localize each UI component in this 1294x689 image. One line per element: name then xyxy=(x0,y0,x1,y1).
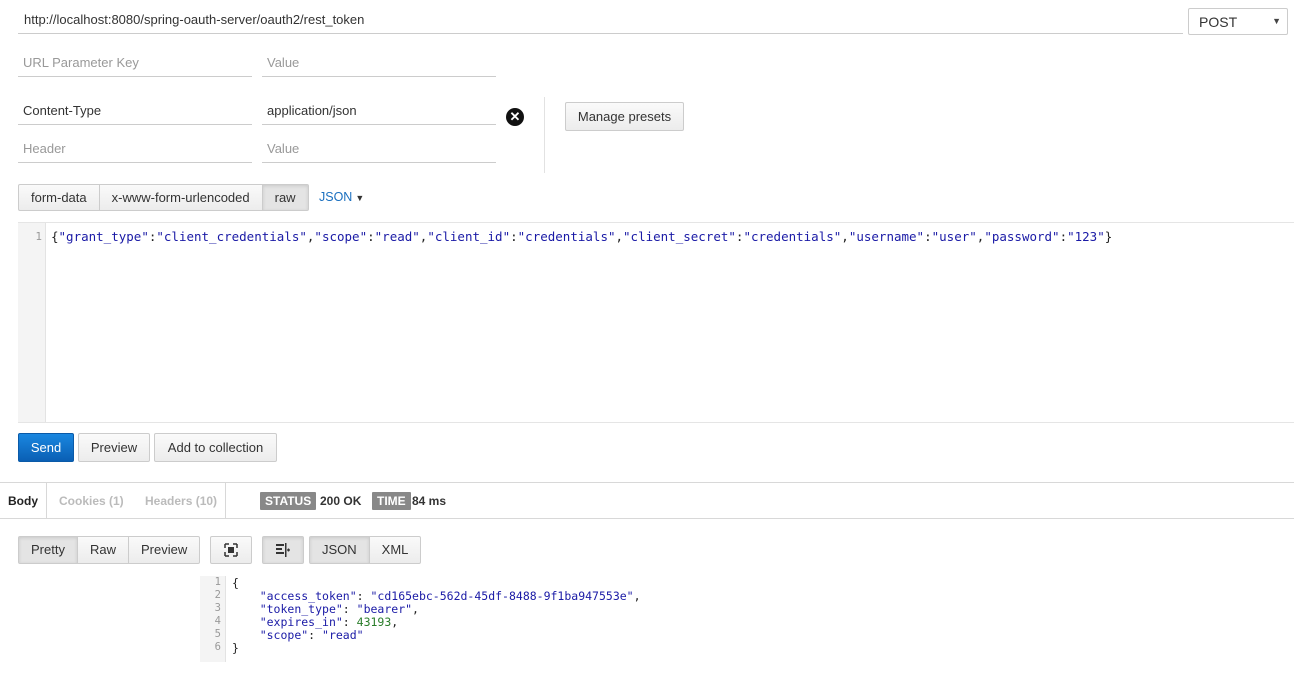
format-xml[interactable]: XML xyxy=(368,536,422,564)
line-number: 2 xyxy=(214,589,221,601)
tab-body[interactable]: Body xyxy=(0,483,47,519)
line-number: 1 xyxy=(214,576,221,588)
tab-cookies[interactable]: Cookies (1) xyxy=(51,483,132,519)
header-value-input[interactable] xyxy=(262,97,496,125)
new-header-value-input[interactable] xyxy=(262,135,496,163)
remove-header-icon[interactable]: ✕ xyxy=(506,108,524,126)
method-value: POST xyxy=(1199,14,1238,30)
response-line: "scope": "read" xyxy=(259,628,364,642)
line-number: 3 xyxy=(214,602,221,614)
view-mode-pretty[interactable]: Pretty xyxy=(18,536,78,564)
url-input[interactable] xyxy=(18,6,1183,34)
status-value: 200 OK xyxy=(320,494,362,508)
format-json[interactable]: JSON xyxy=(309,536,370,564)
body-mode-form-data[interactable]: form-data xyxy=(18,184,100,211)
editor-gutter: 1 xyxy=(18,223,46,422)
preview-button[interactable]: Preview xyxy=(78,433,150,462)
url-param-key-input[interactable] xyxy=(18,49,252,77)
line-number: 6 xyxy=(214,641,221,653)
new-header-key-input[interactable] xyxy=(18,135,252,163)
wrap-icon xyxy=(276,543,290,557)
time-value: 84 ms xyxy=(412,494,447,508)
body-mode-raw[interactable]: raw xyxy=(261,184,309,211)
request-body-code[interactable]: {"grant_type":"client_credentials","scop… xyxy=(51,229,1112,244)
line-number: 5 xyxy=(214,628,221,640)
format-group: JSON XML xyxy=(309,536,422,564)
fullscreen-button[interactable] xyxy=(210,536,252,564)
time-badge: TIME xyxy=(372,492,411,510)
body-mode-group: form-data x-www-form-urlencoded raw xyxy=(18,184,309,211)
line-number: 4 xyxy=(214,615,221,627)
wrap-lines-button[interactable] xyxy=(262,536,304,564)
response-tabs: Body Cookies (1) Headers (10) STATUS 200… xyxy=(0,482,1294,519)
response-gutter: 1 2 3 4 5 6 xyxy=(200,576,226,662)
add-to-collection-button[interactable]: Add to collection xyxy=(154,433,277,462)
send-button[interactable]: Send xyxy=(18,433,74,462)
status-badge: STATUS xyxy=(260,492,317,510)
method-select[interactable]: POST ▼ xyxy=(1188,8,1288,35)
raw-type-dropdown[interactable]: JSON ▼ xyxy=(319,190,364,204)
caret-down-icon: ▼ xyxy=(1272,16,1281,26)
caret-down-icon: ▼ xyxy=(355,193,365,203)
tab-headers[interactable]: Headers (10) xyxy=(137,483,227,519)
divider xyxy=(544,97,545,173)
fullscreen-icon xyxy=(224,543,238,557)
response-body: { "access_token": "cd165ebc-562d-45df-84… xyxy=(232,576,641,655)
request-body-editor[interactable]: 1 {"grant_type":"client_credentials","sc… xyxy=(18,222,1294,423)
view-mode-raw[interactable]: Raw xyxy=(76,536,129,564)
raw-type-label: JSON xyxy=(319,190,353,204)
body-mode-urlencoded[interactable]: x-www-form-urlencoded xyxy=(98,184,263,211)
url-param-value-input[interactable] xyxy=(262,49,496,77)
view-mode-group: Pretty Raw Preview xyxy=(18,536,201,564)
line-number: 1 xyxy=(35,230,42,243)
header-key-input[interactable] xyxy=(18,97,252,125)
view-mode-preview[interactable]: Preview xyxy=(127,536,201,564)
manage-presets-button[interactable]: Manage presets xyxy=(565,102,684,131)
